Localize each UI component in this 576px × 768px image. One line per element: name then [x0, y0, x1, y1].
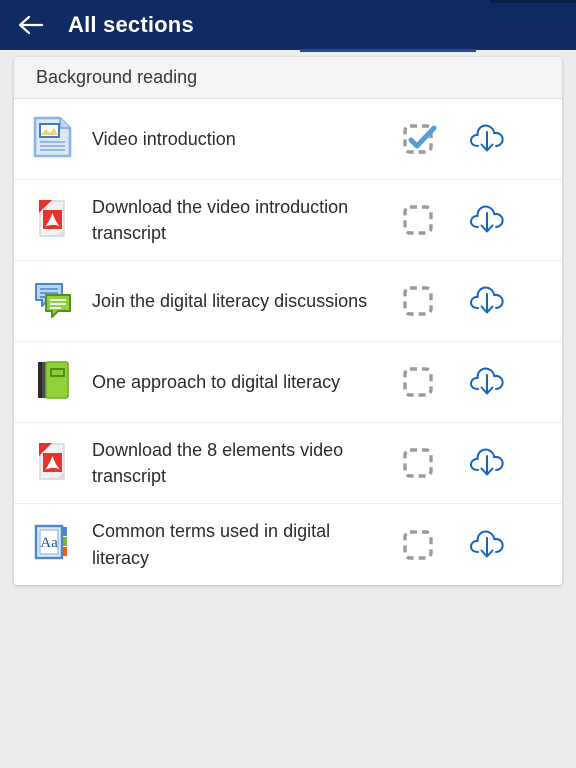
appbar-tab-indicator: [300, 49, 476, 52]
cloud-download-icon[interactable]: [466, 443, 508, 483]
cloud-download-icon[interactable]: [466, 281, 508, 321]
back-button[interactable]: [14, 8, 48, 42]
activity-row[interactable]: Join the digital literacy discussions: [14, 261, 562, 342]
cloud-download-icon[interactable]: [466, 119, 508, 159]
forum-discussion-icon: [31, 277, 75, 326]
activity-label: Download the 8 elements video transcript: [92, 439, 344, 486]
activity-actions: [392, 281, 542, 321]
activity-row[interactable]: Video introduction: [14, 99, 562, 180]
checkbox-empty-dashed-icon[interactable]: [400, 443, 440, 483]
section-card: Background reading Video introduction Do…: [14, 57, 562, 585]
checkbox-empty-dashed-icon[interactable]: [400, 200, 440, 240]
activity-label: Download the video introduction transcri…: [92, 196, 349, 243]
checkbox-empty-dashed-icon[interactable]: [400, 362, 440, 402]
activity-label: Join the digital literacy discussions: [92, 290, 368, 311]
cloud-download-icon[interactable]: [466, 362, 508, 402]
svg-text:Aa: Aa: [40, 535, 58, 551]
pdf-file-icon: [32, 196, 74, 245]
section-title: Background reading: [36, 67, 198, 87]
activity-row[interactable]: Download the video introduction transcri…: [14, 180, 562, 261]
activity-actions: [392, 443, 542, 483]
glossary-icon: Aa: [31, 520, 75, 569]
checkbox-checked-dashed-icon[interactable]: [400, 119, 440, 159]
activity-icon-cell: [14, 358, 92, 407]
activity-row[interactable]: Aa Common terms used in digital literacy: [14, 504, 562, 585]
pdf-file-icon: [32, 439, 74, 488]
book-icon: [32, 358, 74, 407]
arrow-left-icon: [17, 14, 45, 36]
cloud-download-icon[interactable]: [466, 525, 508, 565]
activity-icon-cell: [14, 196, 92, 245]
section-header: Background reading: [14, 57, 562, 99]
checkbox-empty-dashed-icon[interactable]: [400, 281, 440, 321]
activity-actions: [392, 362, 542, 402]
activity-label: Video introduction: [92, 128, 236, 149]
activity-icon-cell: Aa: [14, 520, 92, 569]
activity-label: One approach to digital literacy: [92, 371, 341, 392]
activity-actions: [392, 119, 542, 159]
activity-row[interactable]: Download the 8 elements video transcript: [14, 423, 562, 504]
activity-label: Common terms used in digital literacy: [92, 521, 331, 568]
activity-icon-cell: [14, 277, 92, 326]
activity-actions: [392, 200, 542, 240]
cloud-download-icon[interactable]: [466, 200, 508, 240]
app-bar: All sections: [0, 0, 576, 52]
activity-icon-cell: [14, 115, 92, 164]
page-title: All sections: [68, 12, 194, 37]
status-bar-strip: [490, 0, 576, 3]
page-document-icon: [32, 115, 74, 164]
activity-icon-cell: [14, 439, 92, 488]
checkbox-empty-dashed-icon[interactable]: [400, 525, 440, 565]
activity-actions: [392, 525, 542, 565]
activity-row[interactable]: One approach to digital literacy: [14, 342, 562, 423]
